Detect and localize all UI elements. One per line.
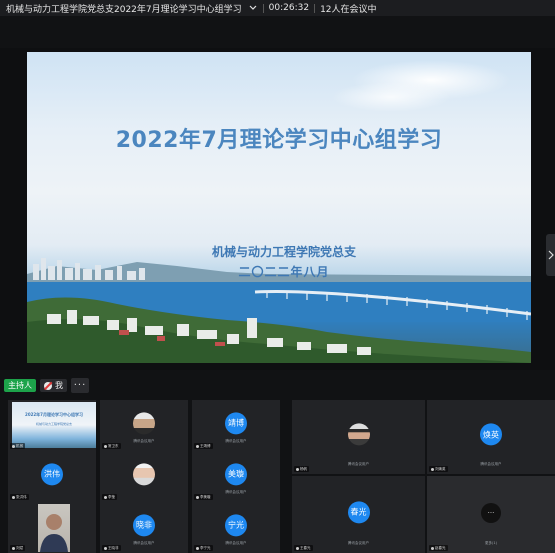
chevron-right-icon bbox=[548, 250, 554, 260]
name-tag: 常卫东 bbox=[102, 443, 121, 449]
video-tile[interactable]: 焕英 腾讯会议用户 刘焕英 bbox=[427, 400, 555, 474]
mic-icon bbox=[12, 495, 15, 499]
mic-muted-icon[interactable] bbox=[44, 381, 52, 390]
divider bbox=[262, 3, 264, 13]
participant-name: 刘焕英 bbox=[435, 467, 446, 471]
mic-icon bbox=[296, 546, 299, 550]
participant-grid-left: 2022年7月理论学习中心组学习 机械与动力工程学院党总支 机械 腾讯会议用户 … bbox=[8, 400, 280, 553]
mic-icon bbox=[431, 546, 434, 550]
name-tag: 张洪伟 bbox=[10, 494, 29, 500]
divider bbox=[314, 3, 316, 13]
video-tile[interactable]: 晓非 腾讯会议用户 王晓非 bbox=[100, 502, 188, 553]
mic-icon bbox=[196, 495, 199, 499]
name-tag: 刘焕英 bbox=[429, 466, 448, 472]
more-options-button[interactable]: ··· bbox=[71, 378, 89, 393]
mic-icon bbox=[104, 444, 107, 448]
participant-name: 李莹 bbox=[108, 495, 115, 499]
name-tag: 刘斌 bbox=[10, 545, 25, 551]
avatar: 春光 bbox=[347, 500, 370, 523]
name-tag: 李美璇 bbox=[194, 494, 213, 500]
name-tag: 杨帆 bbox=[294, 466, 309, 472]
avatar-photo bbox=[133, 462, 155, 485]
thumbnail-title: 2022年7月理论学习中心组学习 bbox=[25, 412, 83, 417]
avatar: 晓非 bbox=[133, 513, 155, 536]
video-tile[interactable]: 腾讯会议用户 杨帆 bbox=[292, 400, 425, 474]
video-tile[interactable]: 2022年7月理论学习中心组学习 机械与动力工程学院党总支 机械 bbox=[8, 400, 96, 451]
mic-icon bbox=[431, 467, 434, 471]
participant-subtitle: 腾讯会议用户 bbox=[348, 462, 369, 466]
name-tag: 王春光 bbox=[294, 545, 313, 551]
name-tag: 王靖博 bbox=[194, 443, 213, 449]
self-label: 我 bbox=[55, 381, 63, 390]
video-tile[interactable]: 腾讯会议用户 常卫东 bbox=[100, 400, 188, 451]
person-video-feed bbox=[40, 514, 68, 552]
mic-icon bbox=[296, 467, 299, 471]
participant-name: 李宁光 bbox=[200, 546, 211, 550]
name-tag: 李宁光 bbox=[194, 545, 213, 551]
participant-name: 王靖博 bbox=[200, 444, 211, 448]
video-tile[interactable]: 春光 腾讯会议用户 王春光 bbox=[292, 476, 425, 553]
slide-organization: 机械与动力工程学院党总支 bbox=[211, 245, 356, 259]
video-tile[interactable]: 洪伟 张洪伟 bbox=[8, 451, 96, 502]
video-tile[interactable]: 刘斌 bbox=[8, 502, 96, 553]
avatar: 美璇 bbox=[225, 462, 247, 485]
video-tile[interactable]: 美璇 腾讯会议用户 李美璇 bbox=[192, 451, 280, 502]
video-tile[interactable]: 宁光 腾讯会议用户 李宁光 bbox=[192, 502, 280, 553]
host-badge: 主持人 bbox=[4, 379, 36, 392]
meeting-timer: 00:26:32 bbox=[268, 3, 310, 13]
participant-name: 王晓非 bbox=[108, 546, 119, 550]
thumbnail-subtitle: 机械与动力工程学院党总支 bbox=[35, 422, 72, 426]
participant-name: 刘斌 bbox=[16, 546, 23, 550]
shared-screen: 2022年7月理论学习中心组学习 机械与动力工程学院党总支 二〇二二年八月 bbox=[0, 48, 555, 370]
avatar: 宁光 bbox=[225, 513, 247, 536]
self-chip[interactable]: 我 bbox=[40, 379, 67, 392]
avatar: 靖博 bbox=[225, 411, 247, 434]
self-status-bar: 主持人 我 ··· bbox=[4, 377, 89, 394]
name-tag: 赵春光 bbox=[429, 545, 448, 551]
more-participants-tile[interactable]: ··· 更多(1) 赵春光 bbox=[427, 476, 555, 553]
participant-count[interactable]: 12人在会议中 bbox=[320, 2, 376, 15]
participant-name: 机械 bbox=[16, 444, 23, 448]
city-bridge-illustration bbox=[27, 258, 531, 363]
screen-share-thumbnail: 2022年7月理论学习中心组学习 机械与动力工程学院党总支 bbox=[12, 402, 96, 448]
avatar-photo bbox=[133, 411, 155, 434]
avatar: 洪伟 bbox=[41, 462, 63, 485]
participant-name: 张洪伟 bbox=[16, 495, 27, 499]
mic-icon bbox=[104, 495, 107, 499]
camera-video bbox=[38, 504, 70, 552]
name-tag: 机械 bbox=[10, 443, 25, 449]
slide-title: 2022年7月理论学习中心组学习 bbox=[115, 128, 443, 153]
name-tag: 王晓非 bbox=[102, 545, 121, 551]
more-icon: ··· bbox=[481, 502, 501, 523]
mic-icon bbox=[196, 444, 199, 448]
participant-grid-right: 腾讯会议用户 杨帆 焕英 腾讯会议用户 刘焕英 春光 腾讯会议用户 王春光 ··… bbox=[292, 400, 555, 553]
meeting-title[interactable]: 机械与动力工程学院党总支2022年7月理论学习中心组学习 bbox=[0, 2, 242, 15]
mic-icon bbox=[12, 546, 15, 550]
participant-name: 常卫东 bbox=[108, 444, 119, 448]
avatar: 焕英 bbox=[480, 423, 502, 446]
participant-name: 杨帆 bbox=[300, 467, 307, 471]
next-page-button[interactable] bbox=[546, 234, 555, 276]
participant-name: 李美璇 bbox=[200, 495, 211, 499]
meeting-topbar: 机械与动力工程学院党总支2022年7月理论学习中心组学习 00:26:32 12… bbox=[0, 0, 555, 16]
mic-icon bbox=[196, 546, 199, 550]
avatar-photo bbox=[347, 423, 370, 446]
video-tile[interactable]: 李莹 bbox=[100, 451, 188, 502]
participant-name: 赵春光 bbox=[435, 546, 446, 550]
presentation-slide: 2022年7月理论学习中心组学习 机械与动力工程学院党总支 二〇二二年八月 bbox=[27, 52, 531, 363]
mic-icon bbox=[12, 444, 15, 448]
slide-date: 二〇二二年八月 bbox=[238, 265, 330, 279]
mic-icon bbox=[104, 546, 107, 550]
video-tile[interactable]: 靖博 腾讯会议用户 王靖博 bbox=[192, 400, 280, 451]
participant-name: 王春光 bbox=[300, 546, 311, 550]
chevron-down-icon[interactable] bbox=[248, 5, 258, 11]
name-tag: 李莹 bbox=[102, 494, 117, 500]
